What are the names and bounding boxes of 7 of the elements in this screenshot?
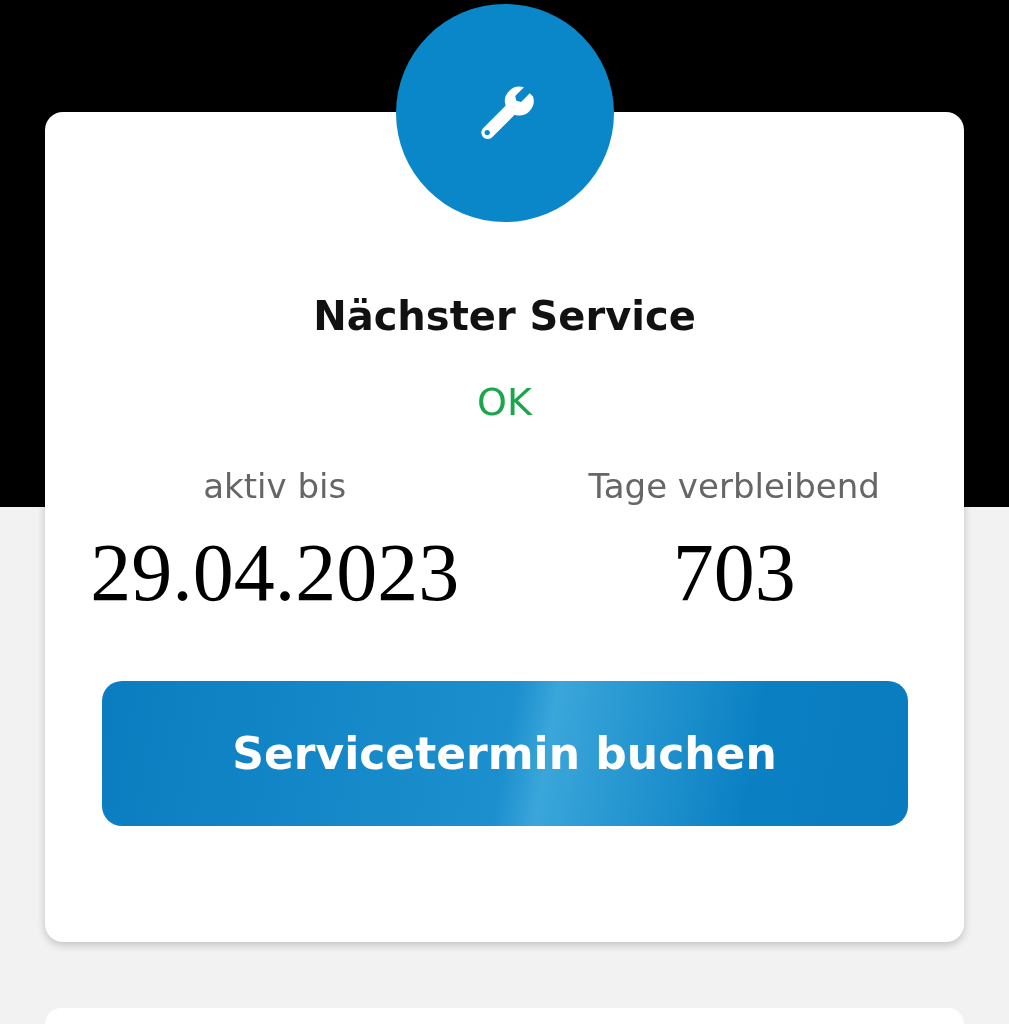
book-service-button[interactable]: Servicetermin buchen [101,680,908,826]
stat-value: 703 [672,528,796,619]
status-text: OK [477,380,532,426]
stat-label: Tage verbleibend [588,465,880,507]
stat-value: 29.04.2023 [90,528,460,619]
stat-label: aktiv bis [203,465,347,507]
card-title: Nächster Service [313,292,696,340]
